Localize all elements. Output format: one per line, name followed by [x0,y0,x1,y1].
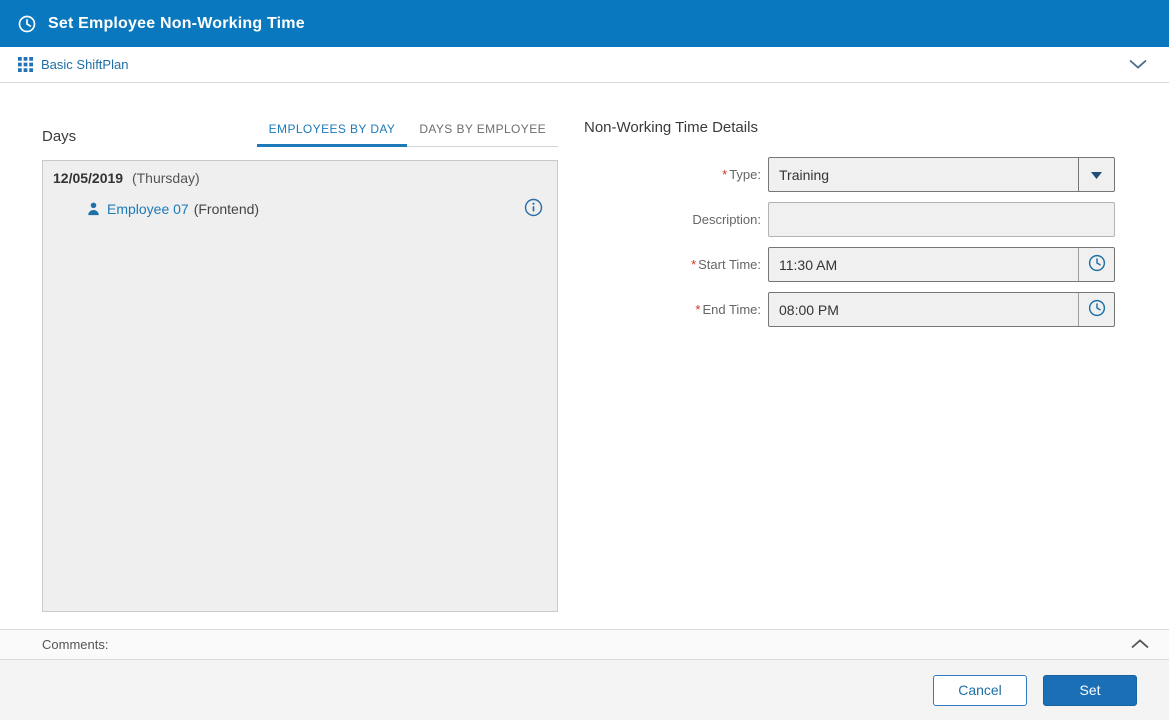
day-weekday: (Thursday) [132,170,200,186]
type-value[interactable] [769,158,1078,191]
end-time-label: End Time: [702,302,761,317]
details-title: Non-Working Time Details [584,119,1122,136]
dialog-footer: Cancel Set [0,660,1169,720]
day-group-header: 12/05/2019 (Thursday) [43,161,557,192]
collapse-header-button[interactable] [1125,53,1151,76]
info-icon [524,198,543,220]
days-tab-bar: EMPLOYEES BY DAY DAYS BY EMPLOYEE [257,116,558,147]
main-content: Days EMPLOYEES BY DAY DAYS BY EMPLOYEE 1… [0,83,1169,629]
description-field [768,202,1115,237]
type-dropdown-button[interactable] [1078,158,1114,191]
end-time-input[interactable] [769,293,1078,326]
employee-info-button[interactable] [524,198,543,220]
employee-name[interactable]: Employee 07 [107,201,189,217]
comments-bar: Comments: [0,629,1169,660]
cancel-button[interactable]: Cancel [933,675,1027,706]
set-non-working-time-dialog: Set Employee Non-Working Time Basic Shif… [0,0,1169,720]
start-time-label: Start Time: [698,257,761,272]
shiftplan-header: Basic ShiftPlan [0,47,1169,83]
tab-days-by-employee[interactable]: DAYS BY EMPLOYEE [407,116,558,147]
start-time-field[interactable] [768,247,1115,282]
description-input [769,203,1114,236]
person-icon [87,202,100,216]
dialog-title: Set Employee Non-Working Time [48,15,305,33]
field-row-description: Description: [584,202,1122,237]
details-section: Non-Working Time Details *Type: [584,119,1122,629]
end-time-picker-button[interactable] [1078,293,1114,326]
day-list-panel[interactable]: 12/05/2019 (Thursday) Employee 07 (Front… [42,160,558,612]
required-marker: * [695,302,700,317]
shiftplan-name: Basic ShiftPlan [41,57,128,72]
required-marker: * [722,167,727,182]
tab-employees-by-day[interactable]: EMPLOYEES BY DAY [257,116,408,147]
type-select[interactable] [768,157,1115,192]
field-row-type: *Type: [584,157,1122,192]
caret-down-icon [1091,167,1102,182]
days-label: Days [42,128,76,147]
chevron-down-icon [1129,57,1147,72]
days-header: Days EMPLOYEES BY DAY DAYS BY EMPLOYEE [42,119,558,147]
days-section: Days EMPLOYEES BY DAY DAYS BY EMPLOYEE 1… [42,119,558,629]
grid-icon [18,57,33,72]
type-label: Type: [729,167,761,182]
clock-icon [1088,299,1106,320]
employee-list-item[interactable]: Employee 07 (Frontend) [43,192,557,228]
employee-role: (Frontend) [194,201,259,217]
comments-label: Comments: [42,637,108,652]
clock-icon [1088,254,1106,275]
start-time-picker-button[interactable] [1078,248,1114,281]
dialog-titlebar: Set Employee Non-Working Time [0,0,1169,47]
end-time-field[interactable] [768,292,1115,327]
required-marker: * [691,257,696,272]
day-date: 12/05/2019 [53,170,123,186]
clock-icon [17,14,37,34]
comments-collapse-button[interactable] [1127,633,1153,656]
field-row-start-time: *Start Time: [584,247,1122,282]
chevron-up-icon [1131,637,1149,652]
field-row-end-time: *End Time: [584,292,1122,327]
set-button[interactable]: Set [1043,675,1137,706]
start-time-input[interactable] [769,248,1078,281]
description-label: Description: [692,212,761,227]
